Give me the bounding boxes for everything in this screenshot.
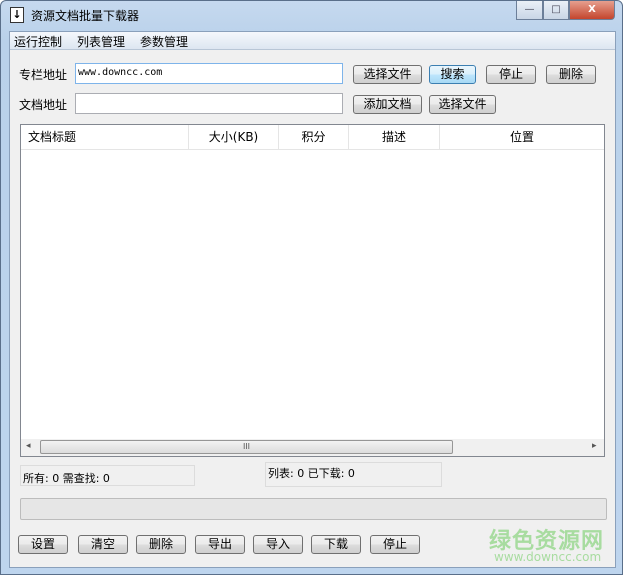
column-url-label: 专栏地址 [19,68,68,82]
col-desc[interactable]: 描述 [349,125,440,150]
delete-button[interactable]: 删除 [546,65,596,84]
col-size[interactable]: 大小(KB) [189,125,279,150]
col-points[interactable]: 积分 [279,125,349,150]
document-table[interactable]: 文档标题 大小(KB) 积分 描述 位置 ◂ III ▸ [20,124,605,457]
window-title: 资源文档批量下载器 [31,9,140,23]
horizontal-scrollbar[interactable]: ◂ III ▸ [21,439,604,456]
status-total: 所有: 0 需查找: 0 [20,465,195,486]
menu-param-manage[interactable]: 参数管理 [140,33,188,50]
select-file-button[interactable]: 选择文件 [353,65,422,84]
select-file-button-2[interactable]: 选择文件 [429,95,496,114]
col-location[interactable]: 位置 [440,125,604,150]
download-button[interactable]: 下载 [311,535,361,554]
search-button[interactable]: 搜索 [429,65,476,84]
minimize-button[interactable]: — [516,1,543,20]
column-url-input[interactable]: www.downcc.com [75,63,343,84]
close-button[interactable]: X [569,1,615,20]
stop-download-button[interactable]: 停止 [370,535,420,554]
scroll-thumb[interactable]: III [40,440,453,454]
doc-url-label: 文档地址 [19,98,68,112]
table-header: 文档标题 大小(KB) 积分 描述 位置 [21,125,604,150]
doc-url-input[interactable] [75,93,343,114]
progress-bar [20,498,607,520]
settings-button[interactable]: 设置 [18,535,68,554]
scroll-left-icon[interactable]: ◂ [26,441,31,451]
import-button[interactable]: 导入 [253,535,303,554]
scroll-right-icon[interactable]: ▸ [592,441,597,451]
client-area: 运行控制 列表管理 参数管理 专栏地址 www.downcc.com 选择文件 … [9,31,616,568]
stop-button[interactable]: 停止 [486,65,536,84]
export-button[interactable]: 导出 [195,535,245,554]
status-downloaded: 列表: 0 已下载: 0 [265,462,442,487]
watermark-url: www.downcc.com [494,550,602,564]
menu-bar: 运行控制 列表管理 参数管理 [10,32,615,50]
delete-list-button[interactable]: 删除 [136,535,186,554]
menu-list-manage[interactable]: 列表管理 [77,33,125,50]
clear-button[interactable]: 清空 [78,535,128,554]
download-app-icon: ↓ [10,7,24,23]
menu-run-control[interactable]: 运行控制 [14,33,62,50]
col-title[interactable]: 文档标题 [21,125,189,150]
maximize-button[interactable]: □ [543,1,569,20]
app-window: ↓ 资源文档批量下载器 — □ X 运行控制 列表管理 参数管理 专栏地址 ww… [0,0,623,575]
add-doc-button[interactable]: 添加文档 [353,95,422,114]
